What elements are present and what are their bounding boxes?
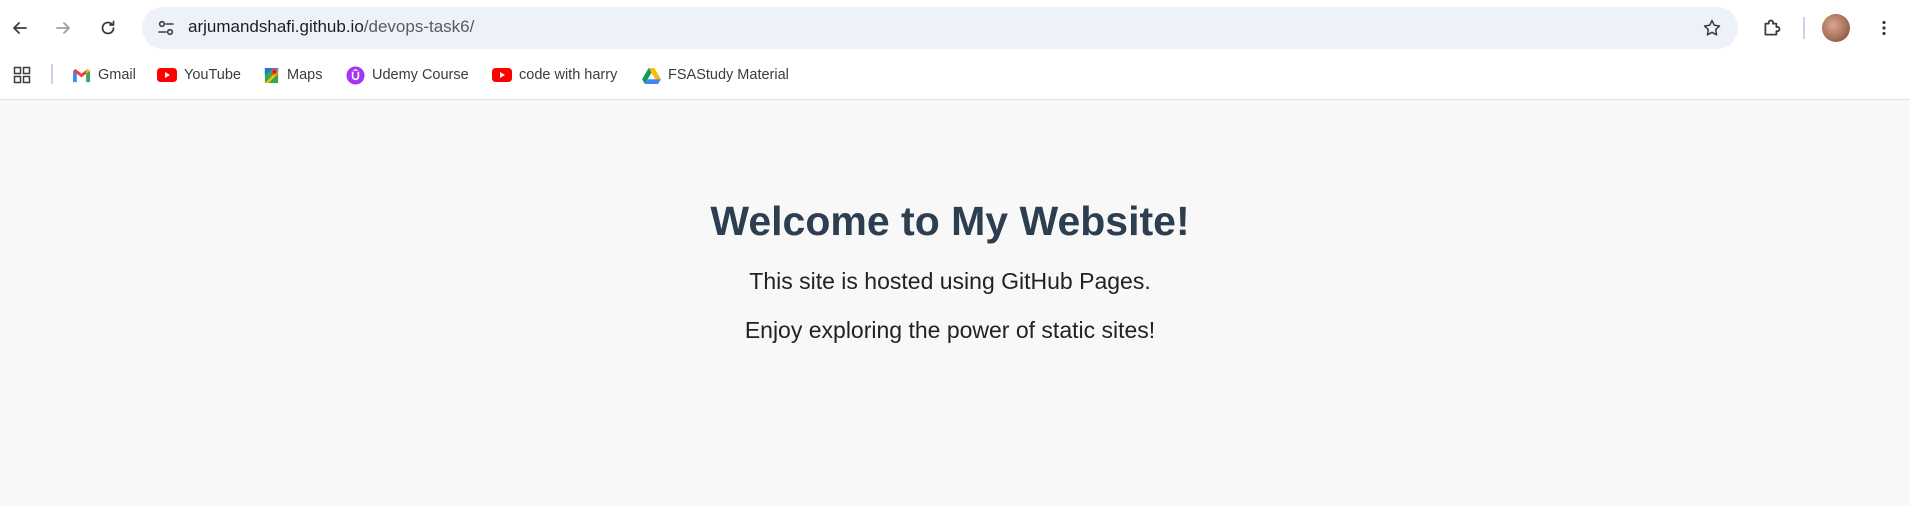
browser-chrome: arjumandshafi.github.io/devops-task6/ Gm… xyxy=(0,0,1910,100)
browser-menu-button[interactable] xyxy=(1866,10,1902,46)
page-text-hosted: This site is hosted using GitHub Pages. xyxy=(749,268,1151,294)
apps-button[interactable] xyxy=(10,63,34,87)
gmail-icon xyxy=(73,68,90,82)
bookmark-label: code with harry xyxy=(519,67,618,83)
toolbar-separator xyxy=(1803,17,1805,39)
arrow-left-icon xyxy=(13,22,27,34)
site-info-button[interactable] xyxy=(150,12,182,44)
youtube-icon xyxy=(492,68,512,82)
bookmark-gmail[interactable]: Gmail xyxy=(68,61,140,89)
bookmarks-separator xyxy=(51,64,53,84)
address-bar[interactable]: arjumandshafi.github.io/devops-task6/ xyxy=(142,7,1738,49)
maps-icon xyxy=(264,67,279,83)
bookmark-label: FSAStudy Material xyxy=(668,67,789,83)
bookmark-label: Udemy Course xyxy=(372,67,469,83)
arrow-right-icon xyxy=(56,22,70,34)
browser-toolbar: arjumandshafi.github.io/devops-task6/ xyxy=(0,0,1910,56)
youtube-icon xyxy=(157,68,177,82)
page-text-enjoy: Enjoy exploring the power of static site… xyxy=(744,317,1156,343)
tune-icon xyxy=(158,20,174,36)
star-icon xyxy=(1703,19,1721,36)
forward-button[interactable] xyxy=(45,10,81,46)
bookmarks-bar: Gmail YouTube Maps Udemy Course code wit… xyxy=(0,56,1910,92)
bookmark-youtube[interactable]: YouTube xyxy=(153,61,245,89)
bookmark-label: YouTube xyxy=(184,67,241,83)
udemy-icon xyxy=(346,65,365,85)
bookmark-udemy-course[interactable]: Udemy Course xyxy=(342,61,473,89)
url-text[interactable]: arjumandshafi.github.io/devops-task6/ xyxy=(188,17,474,37)
reload-button[interactable] xyxy=(90,10,126,46)
bookmark-label: Gmail xyxy=(98,67,136,83)
bookmark-star-button[interactable] xyxy=(1696,12,1728,44)
google-drive-icon xyxy=(642,67,661,84)
page-title: Welcome to My Website! xyxy=(710,198,1190,244)
bookmark-maps[interactable]: Maps xyxy=(259,61,326,89)
kebab-menu-icon xyxy=(1882,20,1886,36)
bookmark-label: Maps xyxy=(287,67,323,83)
reload-icon xyxy=(101,20,115,35)
page-content: Welcome to My Website! This site is host… xyxy=(0,100,1910,506)
puzzle-icon xyxy=(1764,19,1781,36)
bookmark-code-with-harry[interactable]: code with harry xyxy=(488,61,621,89)
url-path: /devops-task6/ xyxy=(363,17,475,36)
profile-avatar[interactable] xyxy=(1822,14,1850,42)
apps-grid-icon xyxy=(13,66,31,84)
back-button[interactable] xyxy=(2,10,38,46)
bookmark-fsastudy-material[interactable]: FSAStudy Material xyxy=(638,61,793,89)
url-host: arjumandshafi.github.io xyxy=(188,17,364,36)
extensions-button[interactable] xyxy=(1754,10,1790,46)
